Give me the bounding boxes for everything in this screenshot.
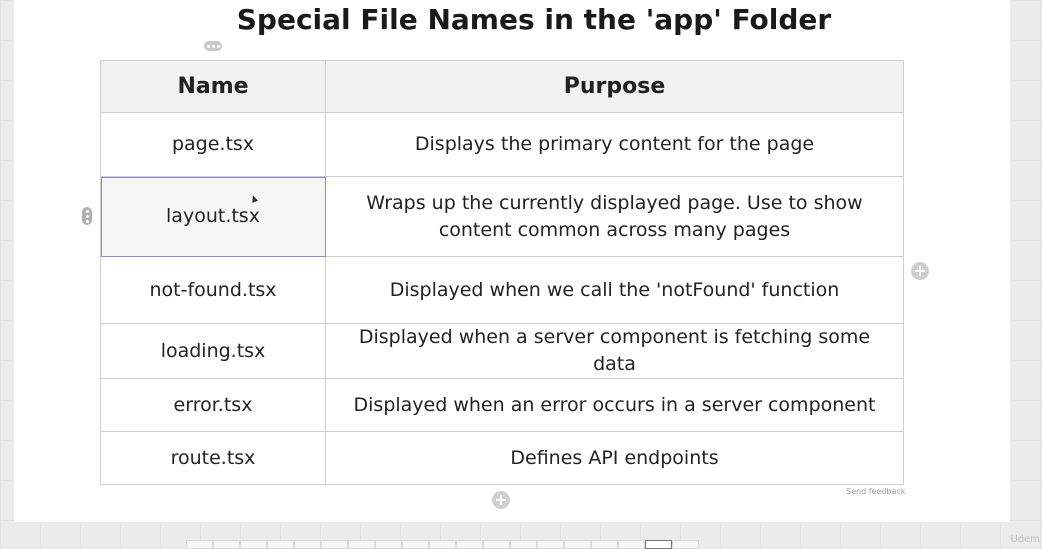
table-row: error.tsx Displayed when an error occurs… [100,378,904,432]
page-thumb[interactable] [429,540,456,549]
slide-title: Special File Names in the 'app' Folder [236,3,832,36]
page-thumb[interactable] [240,540,267,549]
udemy-watermark: Udem [1010,534,1040,545]
page-thumb[interactable] [564,540,591,549]
cell-name[interactable]: page.tsx [100,112,326,177]
cell-name[interactable]: loading.tsx [100,323,326,379]
add-column-plus-icon[interactable]: + [911,262,929,280]
cell-purpose[interactable]: Displayed when an error occurs in a serv… [325,378,904,432]
page-thumb[interactable] [375,540,402,549]
cell-name[interactable]: not-found.tsx [100,256,326,324]
row-handle-vertical-dots-icon[interactable] [82,207,92,225]
page-thumb[interactable] [618,540,645,549]
table-header-row: Name Purpose [100,60,904,113]
cell-purpose[interactable]: Displayed when a server component is fet… [325,323,904,379]
page-thumb-active[interactable] [645,540,672,549]
send-feedback-link[interactable]: Send feedback [846,487,905,496]
cell-name-selected[interactable]: layout.tsx [100,176,326,257]
page-thumb[interactable] [321,540,348,549]
column-handle-horizontal-dots-icon[interactable] [204,41,222,51]
cell-purpose[interactable]: Wraps up the currently displayed page. U… [325,176,904,257]
page-thumb[interactable] [537,540,564,549]
page-thumb[interactable] [186,540,213,549]
page-thumbnail-strip [186,540,699,549]
cell-purpose[interactable]: Defines API endpoints [325,431,904,485]
cell-purpose[interactable]: Displays the primary content for the pag… [325,112,904,177]
cell-purpose[interactable]: Displayed when we call the 'notFound' fu… [325,256,904,324]
page-thumb[interactable] [456,540,483,549]
page-thumb[interactable] [294,540,321,549]
file-names-table: Name Purpose page.tsx Displays the prima… [100,60,904,485]
table-row: route.tsx Defines API endpoints [100,431,904,485]
page-thumb[interactable] [402,540,429,549]
page-thumb[interactable] [591,540,618,549]
table-row: not-found.tsx Displayed when we call the… [100,256,904,324]
add-row-plus-icon[interactable]: + [492,491,510,509]
header-name[interactable]: Name [100,60,326,113]
page-thumb[interactable] [348,540,375,549]
table-row: layout.tsx Wraps up the currently displa… [100,176,904,257]
page-thumb[interactable] [213,540,240,549]
table-row: page.tsx Displays the primary content fo… [100,112,904,177]
page-thumb[interactable] [510,540,537,549]
header-purpose[interactable]: Purpose [325,60,904,113]
page-thumb[interactable] [672,540,699,549]
page-thumb[interactable] [267,540,294,549]
page-thumb[interactable] [483,540,510,549]
cell-name[interactable]: route.tsx [100,431,326,485]
table-row: loading.tsx Displayed when a server comp… [100,323,904,379]
cell-name[interactable]: error.tsx [100,378,326,432]
